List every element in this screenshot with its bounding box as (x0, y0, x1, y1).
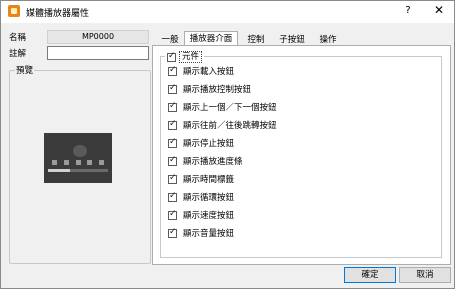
option-checkbox[interactable] (168, 101, 177, 112)
tab-sub-buttons[interactable]: 子按鈕 (275, 33, 309, 45)
option-row[interactable]: 顯示循環按鈕 (168, 191, 234, 203)
player-preview-image (44, 133, 112, 183)
option-row[interactable]: 顯示時間標籤 (168, 173, 234, 185)
option-row[interactable]: 顯示停止按鈕 (168, 137, 234, 149)
option-label: 顯示循環按鈕 (183, 193, 235, 203)
name-field: MP0000 (47, 30, 149, 44)
preview-controls (52, 160, 104, 166)
option-row[interactable]: 顯示音量按鈕 (168, 227, 234, 239)
option-label: 顯示播放進度條 (183, 157, 243, 167)
option-row[interactable]: 顯示速度按鈕 (168, 209, 234, 221)
option-label: 顯示播放控制按鈕 (183, 85, 252, 95)
comment-input[interactable] (47, 46, 149, 60)
option-label: 顯示時間標籤 (183, 175, 235, 185)
option-checkbox[interactable] (168, 191, 177, 202)
option-row[interactable]: 顯示播放控制按鈕 (168, 83, 251, 95)
option-checkbox[interactable] (168, 137, 177, 148)
tab-operation[interactable]: 操作 (314, 33, 342, 45)
component-group-header: 元件 (165, 51, 205, 63)
option-label: 顯示速度按鈕 (183, 211, 235, 221)
close-icon[interactable]: ✕ (431, 3, 447, 19)
component-group: 元件 顯示載入按鈕 顯示播放控制按鈕 顯示上一個／下一個按鈕 顯示往前／往後跳轉… (160, 51, 442, 258)
app-icon (8, 5, 20, 17)
tab-player-interface[interactable]: 播放器介面 (184, 31, 238, 45)
preview-play-icon (73, 145, 87, 157)
tab-bar: 一般 播放器介面 控制 子按鈕 操作 (151, 31, 451, 46)
component-checkbox[interactable] (167, 51, 176, 62)
option-checkbox[interactable] (168, 209, 177, 220)
option-checkbox[interactable] (168, 83, 177, 94)
comment-label: 註解 (9, 49, 27, 59)
preview-title: 預覽 (15, 64, 35, 76)
cancel-button[interactable]: 取消 (399, 267, 451, 283)
option-row[interactable]: 顯示播放進度條 (168, 155, 243, 167)
option-row[interactable]: 顯示往前／往後跳轉按鈕 (168, 119, 277, 131)
option-checkbox[interactable] (168, 119, 177, 130)
tab-control[interactable]: 控制 (242, 33, 270, 45)
dialog-window: 媒體播放器屬性 ? ✕ 名稱 MP0000 註解 預覽 一般 播放器介面 控制 … (0, 0, 455, 289)
name-label: 名稱 (9, 33, 27, 43)
option-label: 顯示往前／往後跳轉按鈕 (183, 121, 277, 131)
option-checkbox[interactable] (168, 227, 177, 238)
option-checkbox[interactable] (168, 173, 177, 184)
option-row[interactable]: 顯示載入按鈕 (168, 65, 234, 77)
title-bar: 媒體播放器屬性 ? ✕ (1, 1, 454, 23)
option-label: 顯示載入按鈕 (183, 67, 235, 77)
help-button[interactable]: ? (401, 5, 415, 19)
option-row[interactable]: 顯示上一個／下一個按鈕 (168, 101, 277, 113)
option-checkbox[interactable] (168, 155, 177, 166)
ok-button[interactable]: 確定 (344, 267, 396, 283)
preview-group: 預覽 (9, 64, 151, 264)
option-label: 顯示音量按鈕 (183, 229, 235, 239)
preview-progress-fill (48, 169, 70, 172)
tab-panel-player-interface: 元件 顯示載入按鈕 顯示播放控制按鈕 顯示上一個／下一個按鈕 顯示往前／往後跳轉… (152, 45, 451, 265)
component-label: 元件 (179, 51, 203, 63)
tab-general[interactable]: 一般 (157, 33, 183, 45)
option-checkbox[interactable] (168, 65, 177, 76)
option-label: 顯示停止按鈕 (183, 139, 235, 149)
window-title: 媒體播放器屬性 (26, 9, 90, 19)
option-label: 顯示上一個／下一個按鈕 (183, 103, 277, 113)
